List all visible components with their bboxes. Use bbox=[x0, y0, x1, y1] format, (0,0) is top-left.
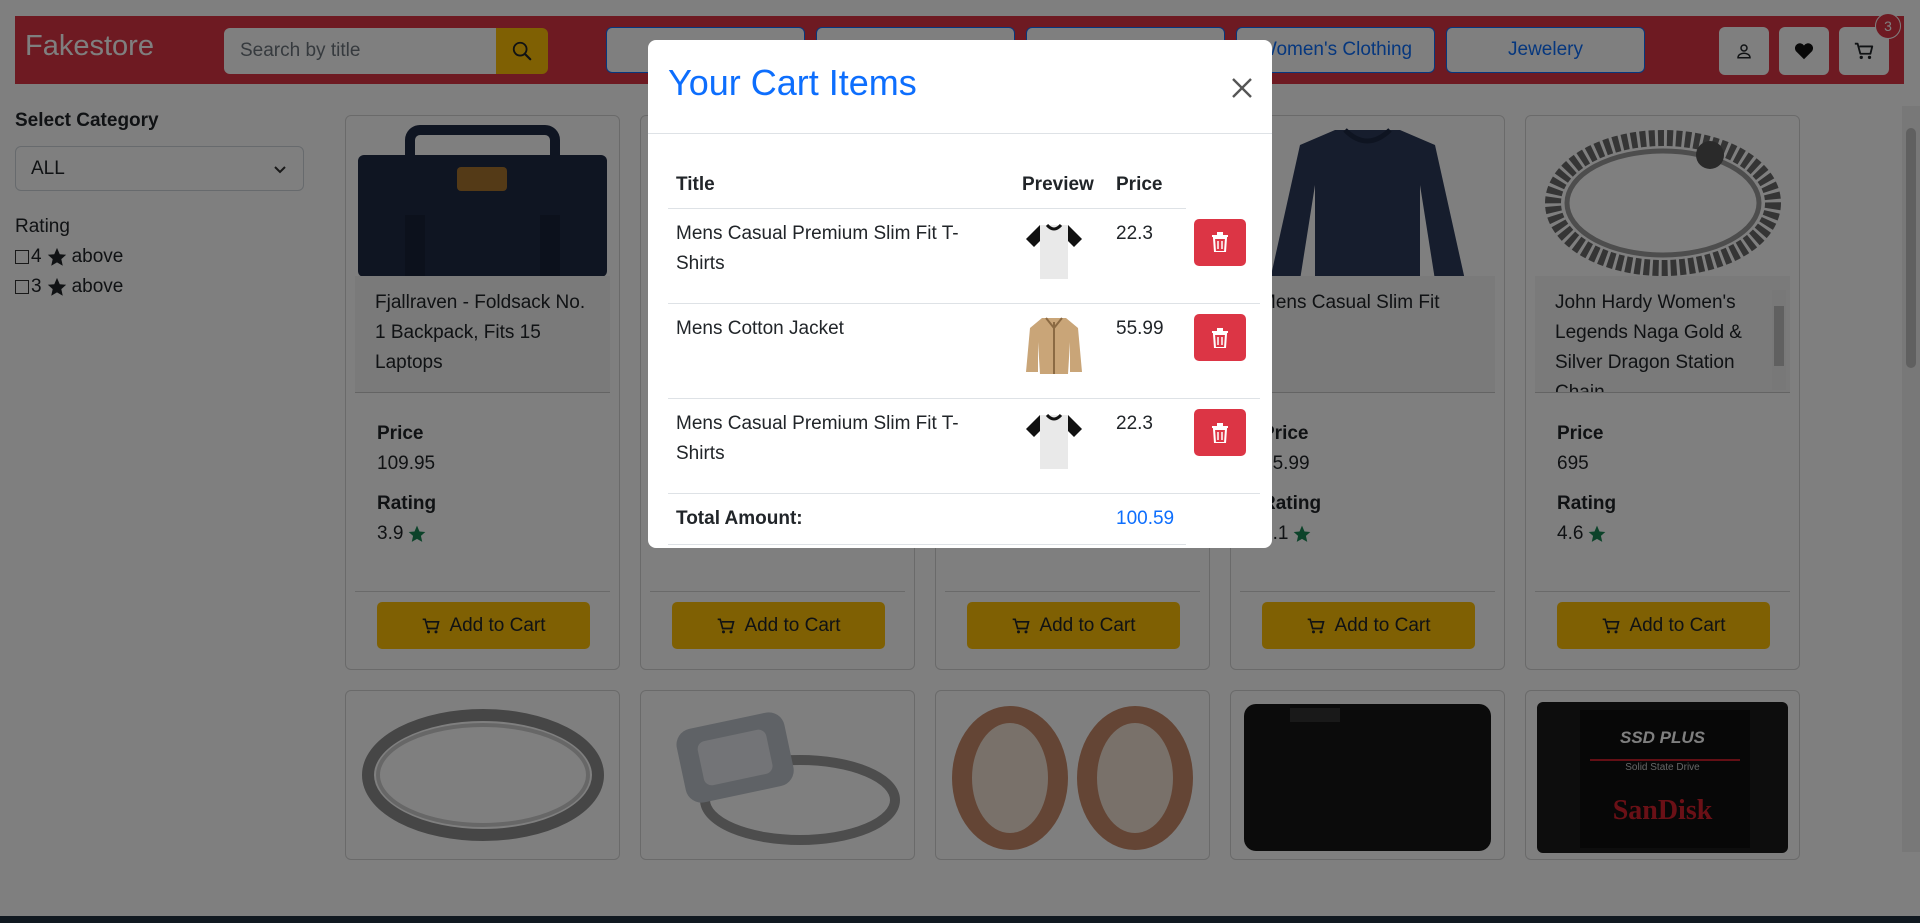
column-header-title: Title bbox=[668, 158, 1014, 209]
cart-item-price: 22.3 bbox=[1108, 208, 1186, 304]
cart-item-title: Mens Casual Premium Slim Fit T-Shirts bbox=[668, 208, 1014, 304]
delete-item-button[interactable] bbox=[1194, 314, 1246, 361]
close-button[interactable] bbox=[1228, 74, 1256, 102]
column-header-action bbox=[1186, 158, 1260, 209]
total-row: Total Amount: 100.59 bbox=[668, 493, 1260, 545]
cart-item-action bbox=[1186, 208, 1260, 304]
table-header-row: Title Preview Price bbox=[668, 158, 1260, 209]
cart-item-price: 22.3 bbox=[1108, 398, 1186, 494]
cart-table: Title Preview Price Mens Casual Premium … bbox=[668, 158, 1260, 545]
table-row: Mens Casual Premium Slim Fit T-Shirts 22… bbox=[668, 208, 1260, 304]
delete-item-button[interactable] bbox=[1194, 218, 1246, 266]
trash-icon bbox=[1212, 232, 1228, 252]
total-label: Total Amount: bbox=[668, 493, 1014, 545]
modal-header: Your Cart Items bbox=[648, 40, 1272, 134]
cart-item-preview bbox=[1014, 398, 1108, 494]
jacket-image bbox=[1026, 317, 1082, 374]
modal-title: Your Cart Items bbox=[668, 62, 917, 103]
cart-item-action bbox=[1186, 303, 1260, 399]
total-spacer bbox=[1014, 493, 1108, 545]
cart-item-price: 55.99 bbox=[1108, 303, 1186, 399]
cart-item-action bbox=[1186, 398, 1260, 494]
total-amount: 100.59 bbox=[1108, 493, 1186, 545]
trash-icon bbox=[1212, 327, 1228, 348]
close-icon bbox=[1232, 78, 1252, 98]
column-header-preview: Preview bbox=[1014, 158, 1108, 209]
tshirt-image bbox=[1026, 413, 1082, 469]
table-row: Mens Casual Premium Slim Fit T-Shirts 22… bbox=[668, 398, 1260, 494]
cart-item-title: Mens Casual Premium Slim Fit T-Shirts bbox=[668, 398, 1014, 494]
table-row: Mens Cotton Jacket 55.99 bbox=[668, 303, 1260, 399]
cart-item-title: Mens Cotton Jacket bbox=[668, 303, 1014, 399]
tshirt-image bbox=[1026, 223, 1082, 279]
delete-item-button[interactable] bbox=[1194, 409, 1246, 456]
cart-modal: Your Cart Items Title Preview Price Mens… bbox=[648, 40, 1272, 548]
cart-item-preview bbox=[1014, 208, 1108, 304]
column-header-price: Price bbox=[1108, 158, 1186, 209]
trash-icon bbox=[1212, 422, 1228, 443]
cart-item-preview bbox=[1014, 303, 1108, 399]
total-empty bbox=[1186, 494, 1260, 545]
